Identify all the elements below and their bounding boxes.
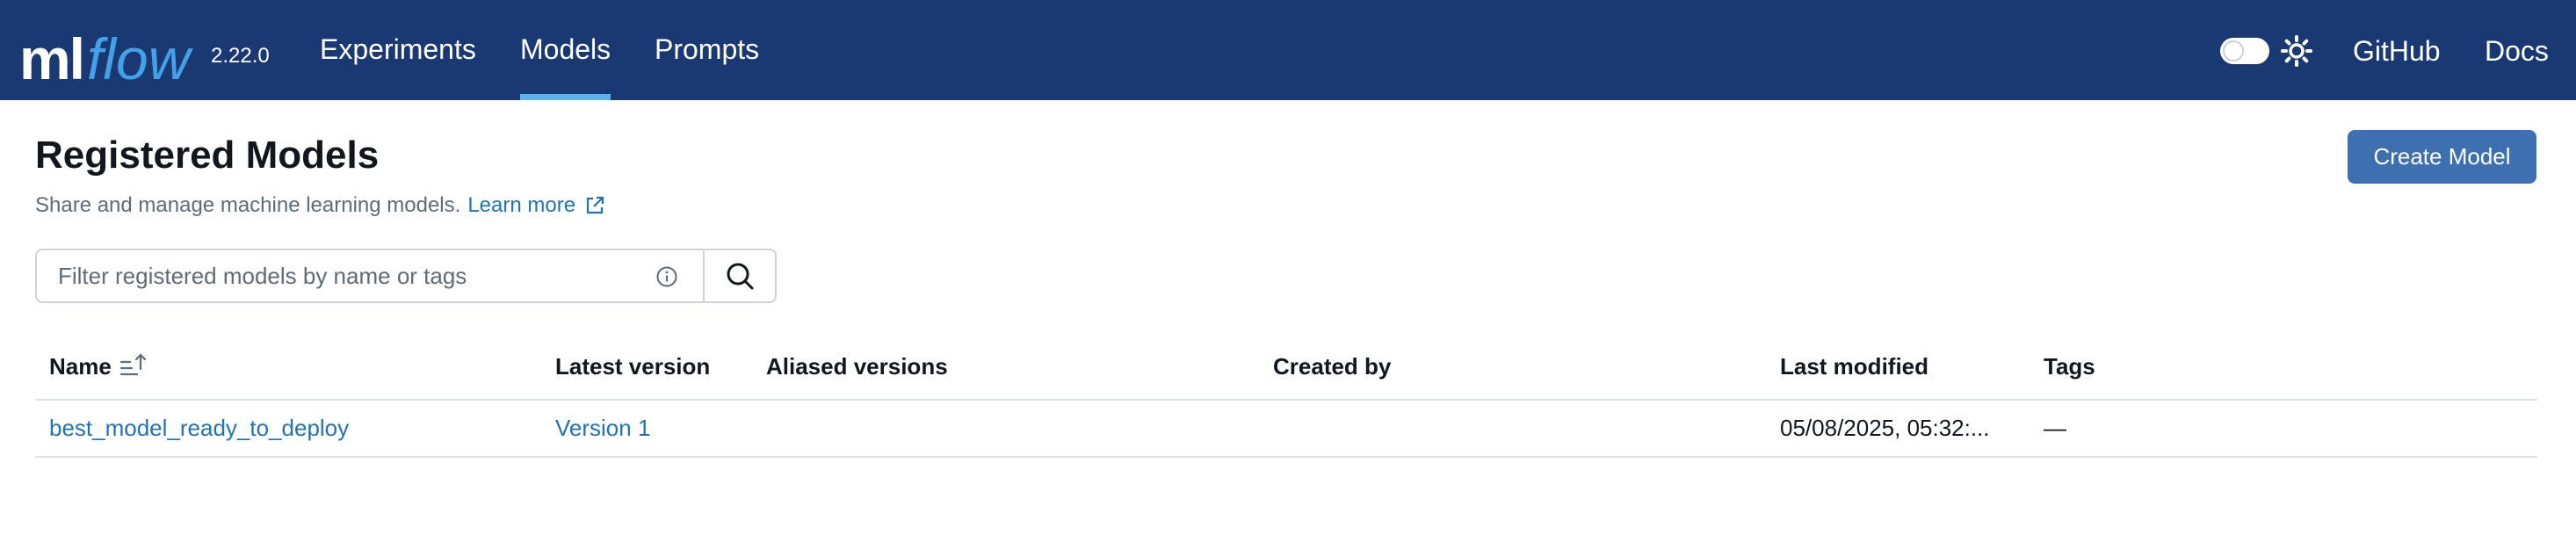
page-description: Share and manage machine learning models… [35, 193, 605, 218]
latest-version-link[interactable]: Version 1 [555, 415, 650, 442]
create-model-button[interactable]: Create Model [2348, 130, 2536, 184]
nav-tab-models[interactable]: Models [520, 33, 611, 100]
docs-link[interactable]: Docs [2485, 35, 2549, 68]
column-header-last-modified[interactable]: Last modified [1780, 353, 1928, 380]
learn-more-link[interactable]: Learn more [467, 193, 605, 218]
search-input[interactable] [56, 257, 636, 294]
sort-ascending-icon[interactable] [119, 351, 148, 378]
table-header-divider [35, 399, 2537, 401]
logo-flow-text: flow [87, 26, 191, 91]
column-header-latest-version[interactable]: Latest version [555, 353, 710, 380]
sun-icon[interactable] [2281, 35, 2312, 67]
search-icon [727, 263, 754, 290]
tags-cell: — [2044, 415, 2066, 441]
theme-toggle[interactable] [2220, 38, 2269, 64]
nav-tab-prompts[interactable]: Prompts [655, 33, 759, 100]
learn-more-label: Learn more [467, 193, 576, 217]
external-link-icon [586, 196, 604, 214]
search-field [35, 249, 705, 303]
info-icon[interactable] [655, 265, 678, 288]
github-link[interactable]: GitHub [2353, 35, 2441, 68]
page-description-text: Share and manage machine learning models… [35, 193, 461, 217]
search-button[interactable] [703, 249, 777, 303]
column-header-name[interactable]: Name [49, 353, 112, 380]
nav-tab-label: Experiments [320, 33, 476, 65]
table-row-divider [35, 456, 2537, 458]
page-title: Registered Models [35, 134, 380, 177]
mlflow-logo[interactable]: ml flow [19, 9, 190, 88]
nav-tab-label: Prompts [655, 33, 760, 65]
model-name-link[interactable]: best_model_ready_to_deploy [49, 415, 349, 442]
column-header-created-by[interactable]: Created by [1273, 353, 1391, 380]
version-label: 2.22.0 [211, 44, 270, 68]
column-header-aliased-versions[interactable]: Aliased versions [766, 353, 948, 380]
theme-toggle-knob [2223, 40, 2244, 61]
logo-ml-text: ml [19, 26, 85, 91]
nav-tab-experiments[interactable]: Experiments [320, 33, 476, 100]
nav-tab-label: Models [520, 33, 611, 65]
column-header-tags[interactable]: Tags [2044, 353, 2095, 380]
create-model-button-label: Create Model [2373, 143, 2511, 170]
last-modified-cell: 05/08/2025, 05:32:... [1780, 415, 1990, 441]
top-navigation-bar: ml flow 2.22.0 Experiments Models Prompt… [0, 0, 2576, 100]
